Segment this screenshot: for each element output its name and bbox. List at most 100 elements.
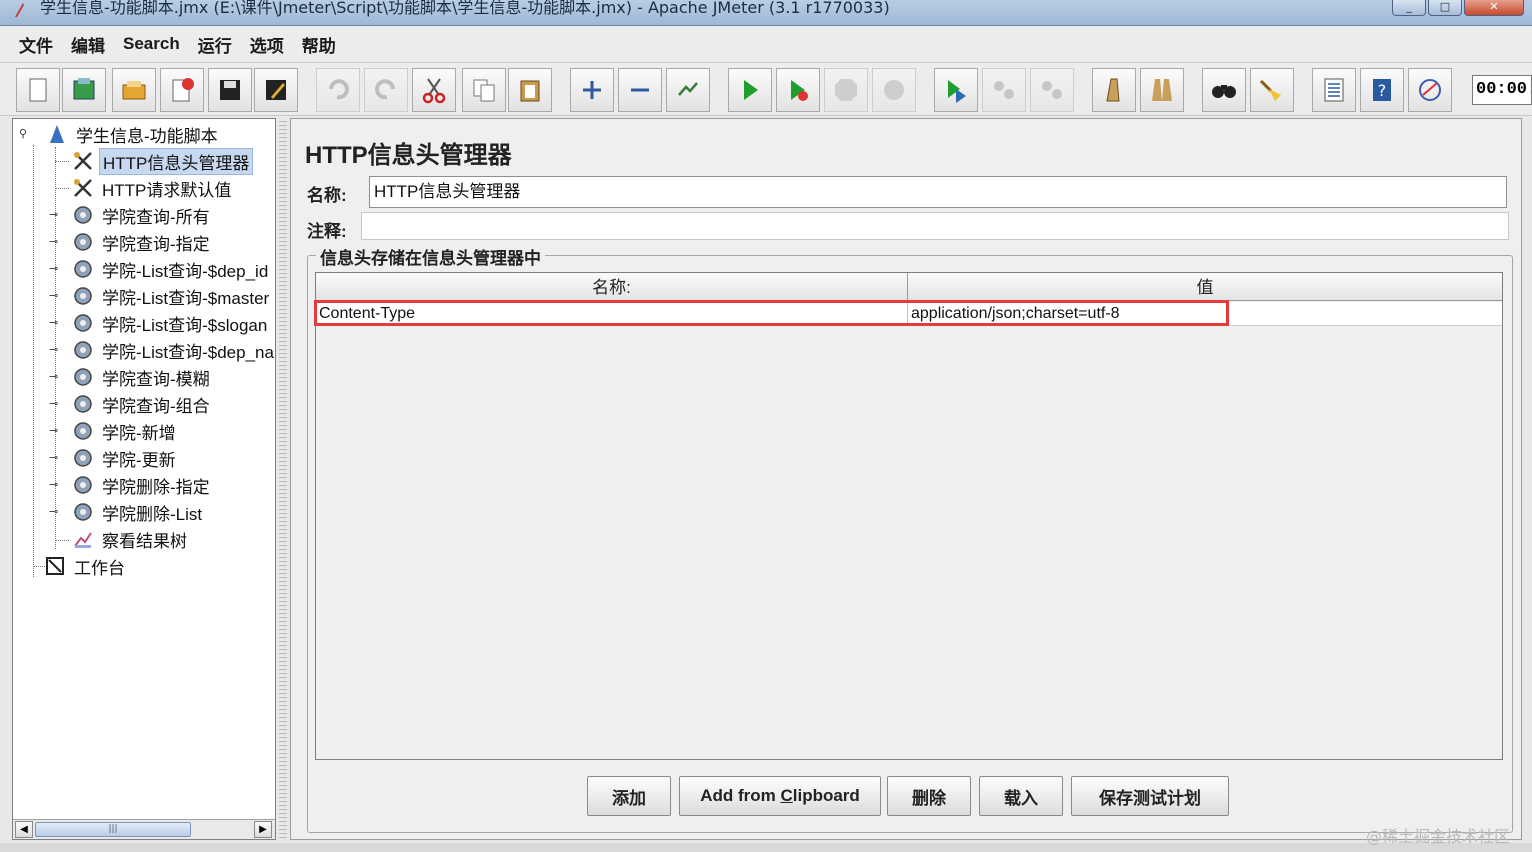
tree-expand-icon[interactable]: ⊸ bbox=[49, 236, 61, 248]
menu-run[interactable]: 运行 bbox=[189, 32, 241, 57]
scroll-right-icon[interactable]: ▶ bbox=[254, 821, 272, 838]
menu-file[interactable]: 文件 bbox=[10, 32, 62, 57]
tree-item-thread-group[interactable]: ⊸ 学院-List查询-$dep_id bbox=[49, 256, 271, 282]
tree-expand-icon[interactable]: ⊸ bbox=[49, 371, 61, 383]
tree-item-workbench[interactable]: 工作台 bbox=[43, 553, 128, 579]
menu-help[interactable]: 帮助 bbox=[293, 32, 345, 57]
remote-stop-button[interactable] bbox=[982, 68, 1026, 112]
panel-splitter[interactable] bbox=[279, 118, 287, 840]
delete-button[interactable]: 删除 bbox=[887, 776, 971, 816]
comment-field[interactable] bbox=[361, 212, 1509, 240]
tree-item-thread-group[interactable]: ⊸ 学院查询-指定 bbox=[49, 229, 213, 255]
tree-expand-icon[interactable]: ⊸ bbox=[49, 506, 61, 518]
tree-item-thread-group[interactable]: ⊸ 学院查询-模糊 bbox=[49, 364, 213, 390]
scroll-left-icon[interactable]: ◀ bbox=[15, 821, 33, 838]
name-field[interactable]: HTTP信息头管理器 bbox=[369, 176, 1507, 208]
tree-expand-icon[interactable]: ⊸ bbox=[49, 452, 61, 464]
new-button[interactable] bbox=[16, 68, 60, 112]
maximize-button[interactable]: □ bbox=[1428, 0, 1462, 16]
header-name-cell[interactable]: Content-Type bbox=[316, 302, 908, 326]
tree-horizontal-scrollbar[interactable]: ◀ ||| ▶ bbox=[13, 819, 275, 839]
save-as-button[interactable] bbox=[254, 68, 298, 112]
save-test-plan-button[interactable]: 保存测试计划 bbox=[1071, 776, 1229, 816]
tree-expand-icon[interactable]: ⊸ bbox=[49, 344, 61, 356]
redo-button[interactable] bbox=[364, 68, 408, 112]
tree-item-label: HTTP请求默认值 bbox=[102, 180, 232, 200]
tree-item-thread-group[interactable]: ⊸ 学院删除-指定 bbox=[49, 472, 213, 498]
undo-button[interactable] bbox=[316, 68, 360, 112]
tree-expand-icon[interactable]: ⊸ bbox=[49, 209, 61, 221]
tree-collapse-icon[interactable]: ⚲ bbox=[19, 128, 31, 140]
templates-icon bbox=[73, 78, 95, 100]
paste-button[interactable] bbox=[508, 68, 552, 112]
save-button[interactable] bbox=[208, 68, 252, 112]
tree-item-thread-group[interactable]: ⊸ 学院-更新 bbox=[49, 445, 179, 471]
stop-button[interactable] bbox=[824, 68, 868, 112]
log-viewer-button[interactable] bbox=[1408, 68, 1452, 112]
start-no-pause-button[interactable] bbox=[776, 68, 820, 112]
clear-all-icon bbox=[1152, 79, 1172, 101]
tree-item-test-plan[interactable]: ⚲ 学生信息-功能脚本 bbox=[19, 121, 221, 147]
reset-search-button[interactable] bbox=[1250, 68, 1294, 112]
search-button[interactable] bbox=[1202, 68, 1246, 112]
menu-bar: 文件 编辑 Search 运行 选项 帮助 bbox=[0, 26, 1532, 62]
clear-button[interactable] bbox=[1092, 68, 1136, 112]
remote-start-icon bbox=[948, 80, 966, 103]
load-button[interactable]: 载入 bbox=[979, 776, 1063, 816]
save-icon bbox=[220, 80, 240, 100]
remote-exit-button[interactable] bbox=[1030, 68, 1074, 112]
tree-item-http-defaults[interactable]: HTTP请求默认值 bbox=[71, 175, 234, 201]
tree-expand-icon[interactable]: ⊸ bbox=[49, 263, 61, 275]
tree-item-thread-group[interactable]: ⊸ 学院-List查询-$master bbox=[49, 283, 272, 309]
menu-search[interactable]: Search bbox=[114, 34, 189, 54]
start-button[interactable] bbox=[728, 68, 772, 112]
scroll-thumb[interactable]: ||| bbox=[35, 822, 191, 837]
tree-item-thread-group[interactable]: ⊸ 学院-新增 bbox=[49, 418, 179, 444]
toggle-button[interactable] bbox=[666, 68, 710, 112]
open-button[interactable] bbox=[112, 68, 156, 112]
copy-button[interactable] bbox=[462, 68, 506, 112]
header-value-cell[interactable]: application/json;charset=utf-8 bbox=[908, 302, 1502, 326]
collapse-icon bbox=[631, 88, 649, 92]
comment-label: 注释: bbox=[307, 222, 347, 241]
collapse-all-button[interactable] bbox=[618, 68, 662, 112]
tree-expand-icon[interactable]: ⊸ bbox=[49, 290, 61, 302]
column-header-value[interactable]: 值 bbox=[908, 273, 1502, 301]
tree-item-thread-group[interactable]: ⊸ 学院-List查询-$slogan bbox=[49, 310, 270, 336]
add-button[interactable]: 添加 bbox=[587, 776, 671, 816]
thread-group-icon bbox=[71, 500, 95, 524]
table-row[interactable]: Content-Type application/json;charset=ut… bbox=[314, 300, 1502, 326]
help-button[interactable]: ? bbox=[1360, 68, 1404, 112]
name-label: 名称: bbox=[307, 186, 347, 205]
tree-expand-icon[interactable]: ⊸ bbox=[49, 398, 61, 410]
menu-edit[interactable]: 编辑 bbox=[62, 32, 114, 57]
column-header-name[interactable]: 名称: bbox=[316, 273, 908, 301]
cut-button[interactable] bbox=[412, 68, 456, 112]
remote-start-button[interactable] bbox=[934, 68, 978, 112]
close-window-button[interactable]: ✕ bbox=[1464, 0, 1524, 16]
shutdown-button[interactable] bbox=[872, 68, 916, 112]
tree-expand-icon[interactable]: ⊸ bbox=[49, 479, 61, 491]
function-helper-button[interactable] bbox=[1312, 68, 1356, 112]
remote-stop-icon bbox=[994, 81, 1014, 99]
tree-expand-icon[interactable]: ⊸ bbox=[49, 317, 61, 329]
tree-item-label: 学院-更新 bbox=[102, 450, 176, 470]
close-icon bbox=[172, 78, 194, 102]
minimize-button[interactable]: _ bbox=[1392, 0, 1426, 16]
menu-options[interactable]: 选项 bbox=[241, 32, 293, 57]
clear-icon bbox=[1106, 78, 1120, 102]
expand-all-button[interactable] bbox=[570, 68, 614, 112]
add-from-clipboard-button[interactable]: Add from Clipboard bbox=[679, 776, 881, 816]
tree-item-thread-group[interactable]: ⊸ 学院-List查询-$dep_name bbox=[49, 337, 275, 363]
clear-all-button[interactable] bbox=[1140, 68, 1184, 112]
tree-item-thread-group[interactable]: ⊸ 学院删除-List bbox=[49, 499, 205, 525]
tree-expand-icon[interactable]: ⊸ bbox=[49, 425, 61, 437]
tree-item-thread-group[interactable]: ⊸ 学院查询-组合 bbox=[49, 391, 213, 417]
headers-group-title: 信息头存储在信息头管理器中 bbox=[316, 244, 545, 269]
close-button[interactable] bbox=[160, 68, 204, 112]
tree-item-header-manager[interactable]: HTTP信息头管理器 bbox=[71, 147, 254, 175]
add-clipboard-label-post: lipboard bbox=[792, 786, 860, 805]
tree-item-thread-group[interactable]: ⊸ 学院查询-所有 bbox=[49, 202, 213, 228]
tree-item-view-results-tree[interactable]: 察看结果树 bbox=[71, 526, 190, 552]
templates-button[interactable] bbox=[62, 68, 106, 112]
